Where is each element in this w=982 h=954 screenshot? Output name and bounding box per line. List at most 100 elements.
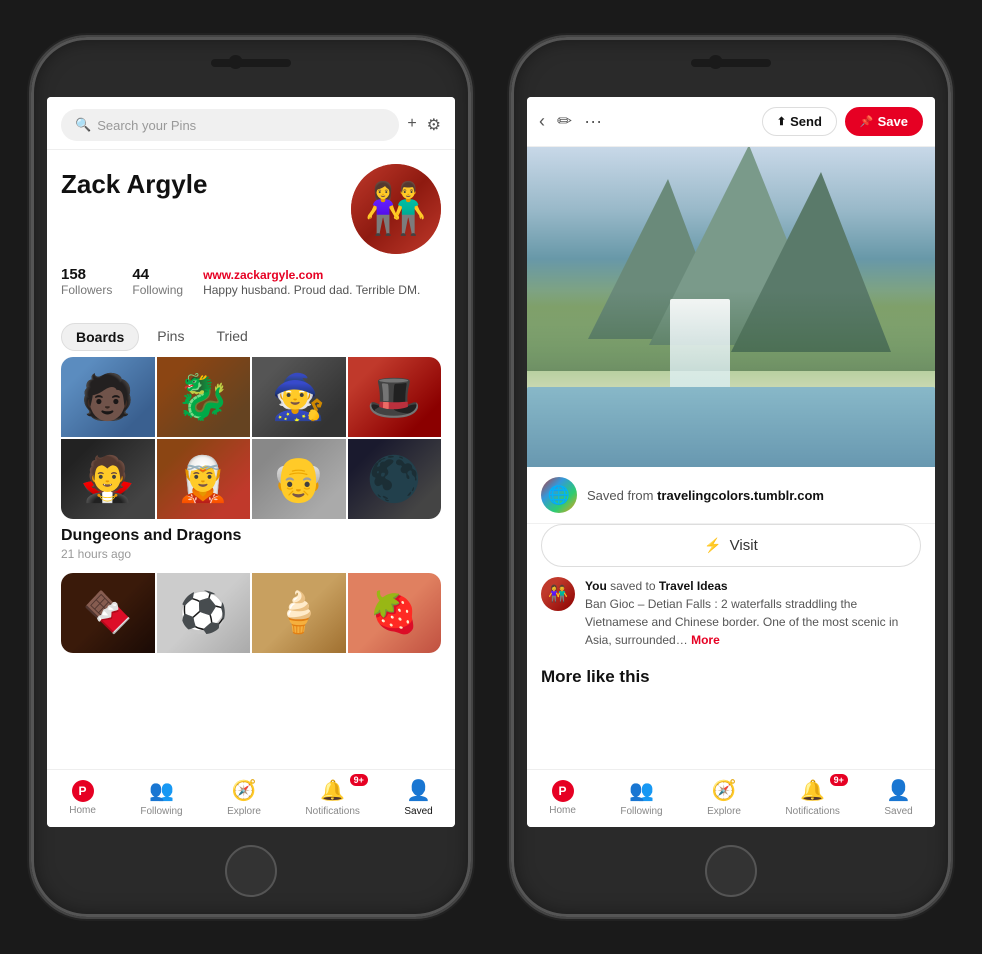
notifications-badge-1: 9+ (350, 774, 368, 786)
nav-notifications-1[interactable]: 🔔 9+ Notifications (305, 778, 359, 817)
nav-notifications-label-1: Notifications (305, 806, 359, 817)
pin-detail-header: ‹ ✏ ··· ⬆ Send 📌 Save (527, 97, 935, 147)
nav-following-1[interactable]: 👥 Following (140, 778, 182, 817)
notifications-badge-2: 9+ (830, 774, 848, 786)
phone-1-home-button[interactable] (225, 845, 277, 897)
board-cell-7 (252, 439, 346, 519)
phone-2: ‹ ✏ ··· ⬆ Send 📌 Save (511, 37, 951, 917)
send-icon: ⬆ (777, 115, 786, 128)
following-count: 44 (132, 266, 183, 283)
tab-pins[interactable]: Pins (143, 323, 198, 351)
profile-section: Zack Argyle 158 Followers 44 Following (47, 150, 455, 313)
tab-boards[interactable]: Boards (61, 323, 139, 351)
search-bar: 🔍 Search your Pins + ⚙ (61, 109, 441, 141)
profile-name: Zack Argyle (61, 170, 207, 199)
boards-scroll[interactable]: Dungeons and Dragons 21 hours ago (47, 357, 455, 769)
profile-bio: Happy husband. Proud dad. Terrible DM. (203, 282, 441, 299)
board-cell-4 (348, 357, 442, 437)
profile-top: Zack Argyle (61, 164, 441, 254)
followers-label: Followers (61, 283, 112, 297)
board-cell-6 (157, 439, 251, 519)
nav-home-label-2: Home (549, 805, 576, 816)
pin-scroll[interactable]: 🌐 Saved from travelingcolors.tumblr.com … (527, 147, 935, 769)
phone-1: 🔍 Search your Pins + ⚙ Zack Argyle (31, 37, 471, 917)
activity-description: Ban Gioc – Detian Falls : 2 waterfalls s… (585, 597, 898, 647)
activity-user: You (585, 579, 607, 593)
search-placeholder: Search your Pins (97, 118, 196, 133)
explore-icon-2: 🧭 (712, 778, 737, 803)
notifications-icon-2: 🔔 (800, 778, 825, 803)
nav-following-2[interactable]: 👥 Following (620, 778, 662, 817)
activity-row: 👫 You saved to Travel Ideas Ban Gioc – D… (527, 567, 935, 659)
nav-saved-2[interactable]: 👤 Saved (884, 778, 912, 817)
board-grid-1 (61, 357, 441, 519)
board-cell-1 (61, 357, 155, 437)
phone-camera (229, 55, 243, 69)
following-stat: 44 Following (132, 266, 183, 299)
saved-icon-2: 👤 (886, 778, 911, 803)
bottom-nav-1: P Home 👥 Following 🧭 Explore 🔔 9+ Notifi… (47, 769, 455, 827)
board-cell-3 (252, 357, 346, 437)
source-row: 🌐 Saved from travelingcolors.tumblr.com (527, 467, 935, 524)
board2-cell-4 (348, 573, 442, 653)
search-input[interactable]: 🔍 Search your Pins (61, 109, 399, 141)
phone-speaker (211, 59, 291, 67)
nav-explore-2[interactable]: 🧭 Explore (707, 778, 741, 817)
lightning-icon: ⚡ (704, 537, 721, 554)
pinterest-home-icon: P (72, 780, 94, 802)
nav-explore-label-2: Explore (707, 806, 741, 817)
send-button[interactable]: ⬆ Send (762, 107, 837, 136)
followers-count: 158 (61, 266, 112, 283)
website-block: www.zackargyle.com Happy husband. Proud … (203, 266, 441, 299)
board-title-1: Dungeons and Dragons (61, 527, 441, 545)
saved-from-text: Saved from (587, 488, 657, 503)
visit-button[interactable]: ⚡ Visit (541, 524, 921, 567)
profile-stats: 158 Followers 44 Following www.zackargyl… (61, 266, 441, 299)
bottom-nav-2: P Home 👥 Following 🧭 Explore 🔔 9+ Notifi… (527, 769, 935, 827)
nav-saved-label-2: Saved (884, 806, 912, 817)
edit-icon[interactable]: ✏ (557, 111, 572, 132)
nav-home-1[interactable]: P Home (69, 780, 96, 816)
search-header: 🔍 Search your Pins + ⚙ (47, 97, 455, 150)
following-label: Following (132, 283, 183, 297)
phone-2-screen: ‹ ✏ ··· ⬆ Send 📌 Save (527, 97, 935, 827)
add-icon[interactable]: + (407, 115, 416, 135)
phone-2-speaker (691, 59, 771, 67)
save-pin-icon: 📌 (860, 115, 874, 128)
header-icons: + ⚙ (407, 115, 441, 135)
visit-label: Visit (730, 537, 758, 554)
nav-home-2[interactable]: P Home (549, 780, 576, 816)
following-icon-1: 👥 (149, 778, 174, 803)
nav-saved-label-1: Saved (404, 806, 432, 817)
phones-container: 🔍 Search your Pins + ⚙ Zack Argyle (11, 17, 971, 937)
board2-cell-1 (61, 573, 155, 653)
tab-tried[interactable]: Tried (202, 323, 261, 351)
activity-avatar: 👫 (541, 577, 575, 611)
back-icon[interactable]: ‹ (539, 111, 545, 132)
source-link[interactable]: travelingcolors.tumblr.com (657, 488, 824, 503)
board-cell-5 (61, 439, 155, 519)
website-link[interactable]: www.zackargyle.com (203, 268, 441, 282)
header-right: ⬆ Send 📌 Save (762, 107, 923, 136)
pin-image (527, 147, 935, 467)
saved-icon-1: 👤 (406, 778, 431, 803)
source-text: Saved from travelingcolors.tumblr.com (587, 488, 824, 503)
water (527, 387, 935, 467)
nav-saved-1[interactable]: 👤 Saved (404, 778, 432, 817)
settings-icon[interactable]: ⚙ (427, 115, 441, 135)
phone-2-home-button[interactable] (705, 845, 757, 897)
nav-explore-label-1: Explore (227, 806, 261, 817)
nav-following-label-2: Following (620, 806, 662, 817)
phone-1-screen: 🔍 Search your Pins + ⚙ Zack Argyle (47, 97, 455, 827)
nav-notifications-2[interactable]: 🔔 9+ Notifications (785, 778, 839, 817)
activity-board[interactable]: Travel Ideas (659, 579, 728, 593)
save-label: Save (878, 114, 908, 129)
save-button[interactable]: 📌 Save (845, 107, 923, 136)
nav-explore-1[interactable]: 🧭 Explore (227, 778, 261, 817)
notifications-icon-1: 🔔 (320, 778, 345, 803)
activity-more[interactable]: More (691, 633, 720, 647)
phone-2-camera (709, 55, 723, 69)
nav-following-label-1: Following (140, 806, 182, 817)
board-grid-2 (61, 573, 441, 653)
more-icon[interactable]: ··· (584, 111, 602, 132)
